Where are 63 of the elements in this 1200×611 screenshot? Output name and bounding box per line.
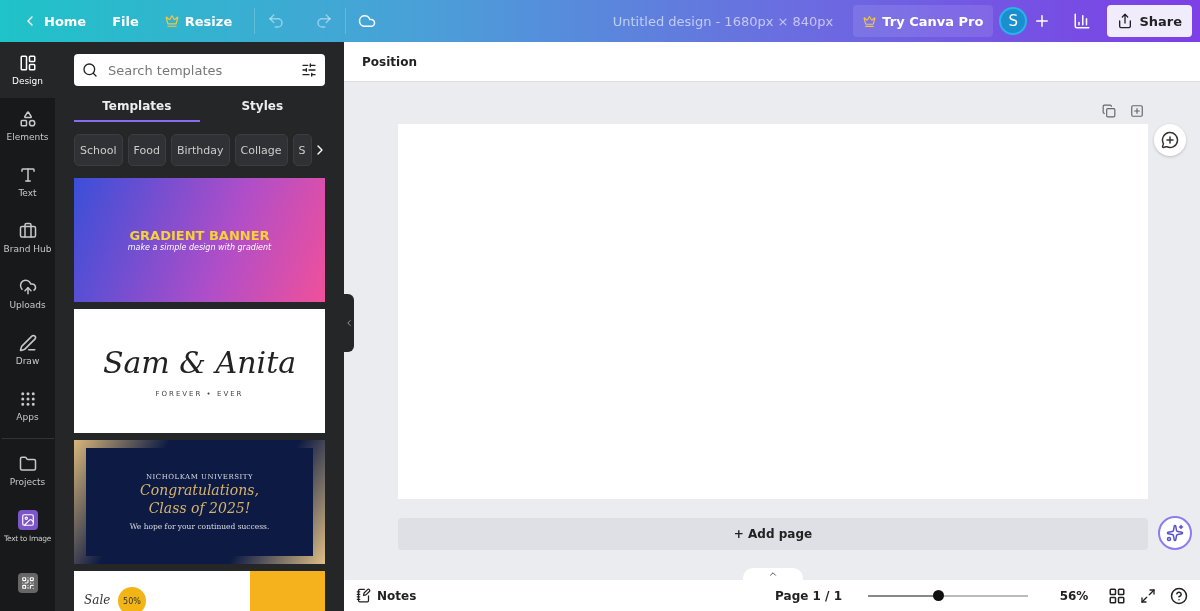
sidebar-item[interactable]: Elements — [0, 98, 55, 154]
sidebar-item[interactable]: Text — [0, 154, 55, 210]
folder-icon — [18, 454, 37, 473]
sidebar-item[interactable]: Apps — [0, 378, 55, 434]
text-icon — [18, 166, 37, 184]
try-pro-button[interactable]: Try Canva Pro — [853, 5, 994, 37]
chevron-up-icon — [768, 569, 778, 579]
category-chip[interactable]: Collage — [234, 134, 288, 166]
crown-icon — [164, 14, 179, 28]
category-chip[interactable]: S — [292, 134, 312, 166]
design-title: Untitled design - 1680px × 840px — [612, 13, 834, 29]
briefcase-icon — [18, 222, 37, 240]
template-thumbnail[interactable]: GRADIENT BANNER make a simple design with gradient — [74, 178, 325, 302]
sparkle-button[interactable] — [1158, 516, 1192, 550]
image-icon — [17, 510, 38, 531]
discount-badge: 50% — [118, 587, 146, 611]
template-thumbnail[interactable]: Sale 50% — [74, 571, 325, 611]
help-icon[interactable] — [1170, 586, 1188, 605]
template-title: Sale — [84, 593, 111, 607]
slider-thumb[interactable] — [933, 589, 945, 601]
share-icon — [1117, 13, 1134, 29]
fullscreen-icon[interactable] — [1140, 587, 1156, 604]
share-button[interactable]: Share — [1107, 5, 1192, 37]
zoom-reading[interactable]: 56% — [1054, 588, 1094, 603]
category-chip[interactable]: School — [74, 134, 123, 166]
category-chip[interactable]: Food — [127, 134, 166, 166]
notes-button[interactable]: Notes — [356, 588, 417, 603]
comment-icon — [1161, 131, 1179, 149]
qr-code-icon — [17, 572, 38, 593]
notes-icon — [356, 588, 371, 603]
layout-icon — [18, 54, 37, 72]
upload-icon — [18, 278, 37, 296]
category-chip[interactable]: Birthday — [170, 134, 230, 166]
shapes-icon — [18, 110, 37, 128]
crown-icon — [863, 14, 877, 28]
panel-tab[interactable]: Styles — [199, 92, 325, 122]
grid-icon — [18, 390, 37, 408]
search-field[interactable]: Search templates — [74, 54, 325, 86]
template-title: Sam & Anita — [102, 344, 297, 380]
sparkle-icon — [1166, 524, 1184, 542]
template-title: Class of 2025! — [148, 500, 251, 516]
filter-icon[interactable] — [301, 62, 317, 78]
grid-view-icon[interactable] — [1108, 586, 1126, 605]
cloud-icon[interactable] — [358, 12, 377, 30]
panel-tab[interactable]: Templates — [74, 92, 200, 122]
template-subtitle: make a simple design with gradient — [127, 243, 272, 252]
position-button[interactable]: Position — [356, 53, 423, 70]
template-title: Congratulations, — [140, 483, 259, 499]
sidebar-item[interactable]: Brand Hub — [0, 210, 55, 266]
user-avatar[interactable]: S — [999, 7, 1028, 35]
pen-icon — [18, 334, 37, 352]
sidebar-item[interactable]: Uploads — [0, 266, 55, 322]
sidebar-item[interactable]: Design — [0, 42, 55, 98]
duplicate-icon[interactable] — [1102, 104, 1116, 118]
comment-button[interactable] — [1154, 124, 1186, 156]
template-title: GRADIENT BANNER — [129, 228, 270, 243]
sidebar-item[interactable]: Draw — [0, 322, 55, 378]
chart-icon[interactable] — [1073, 12, 1092, 30]
sidebar-item[interactable]: Projects — [0, 442, 55, 499]
collapse-handle[interactable] — [344, 294, 354, 352]
search-icon — [82, 62, 98, 78]
page-indicator[interactable]: Page 1 / 1 — [775, 588, 842, 603]
add-page-icon[interactable] — [1130, 104, 1144, 118]
